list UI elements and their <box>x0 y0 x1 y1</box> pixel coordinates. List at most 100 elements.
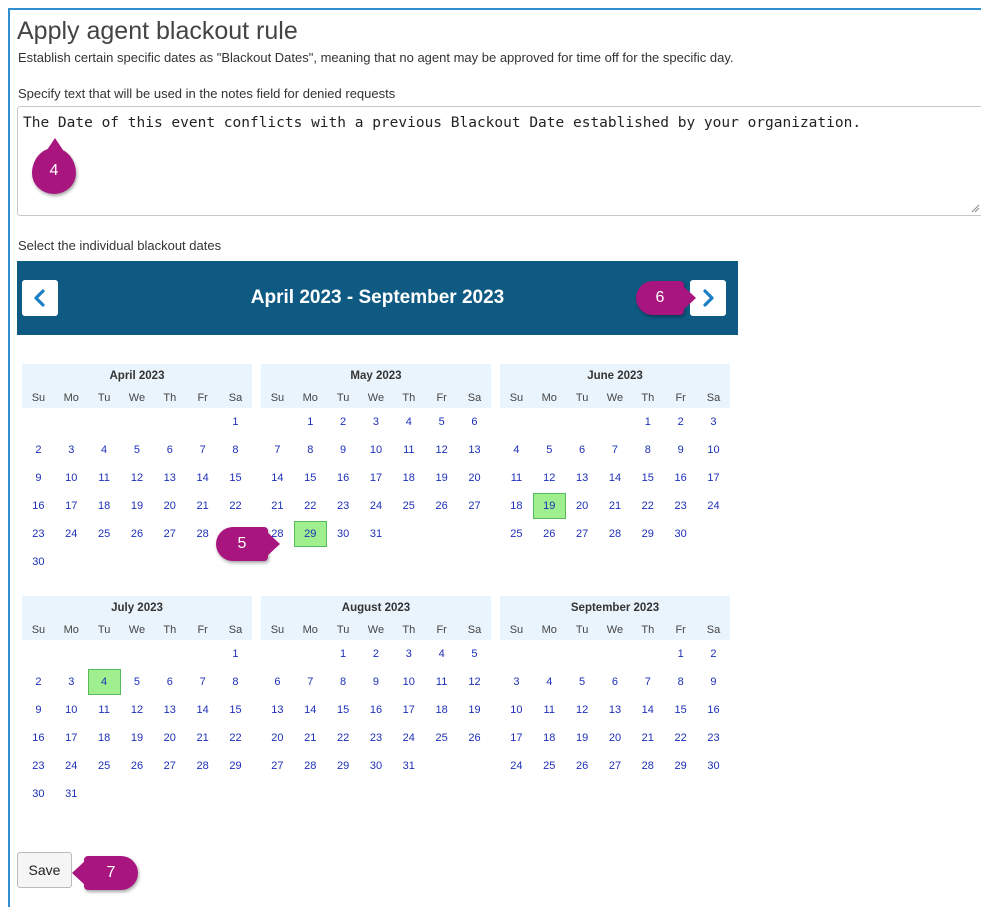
calendar-day[interactable]: 3 <box>360 408 393 436</box>
calendar-day[interactable]: 8 <box>219 436 252 464</box>
calendar-day[interactable]: 11 <box>425 668 458 696</box>
calendar-day[interactable]: 17 <box>360 464 393 492</box>
calendar-day[interactable]: 9 <box>327 436 360 464</box>
calendar-day[interactable]: 10 <box>697 436 730 464</box>
calendar-day[interactable]: 19 <box>566 724 599 752</box>
calendar-day[interactable]: 30 <box>360 752 393 780</box>
calendar-day[interactable]: 23 <box>697 724 730 752</box>
calendar-day[interactable]: 18 <box>88 492 121 520</box>
calendar-day[interactable]: 1 <box>664 640 697 668</box>
calendar-day[interactable]: 2 <box>22 668 55 696</box>
calendar-day[interactable]: 13 <box>153 696 186 724</box>
calendar-day[interactable]: 25 <box>88 520 121 548</box>
calendar-day[interactable]: 11 <box>88 464 121 492</box>
calendar-day[interactable]: 3 <box>500 668 533 696</box>
calendar-day[interactable]: 1 <box>294 408 327 436</box>
calendar-day[interactable]: 12 <box>458 668 491 696</box>
calendar-day[interactable]: 22 <box>664 724 697 752</box>
calendar-day[interactable]: 5 <box>533 436 566 464</box>
calendar-day[interactable]: 4 <box>88 436 121 464</box>
calendar-day[interactable]: 16 <box>664 464 697 492</box>
calendar-day[interactable]: 5 <box>425 408 458 436</box>
calendar-day[interactable]: 14 <box>186 464 219 492</box>
calendar-day[interactable]: 31 <box>55 780 88 808</box>
calendar-day[interactable]: 31 <box>392 752 425 780</box>
calendar-day[interactable]: 27 <box>153 752 186 780</box>
calendar-day[interactable]: 2 <box>664 408 697 436</box>
calendar-day[interactable]: 25 <box>425 724 458 752</box>
calendar-day[interactable]: 3 <box>697 408 730 436</box>
calendar-day[interactable]: 19 <box>121 724 154 752</box>
calendar-day[interactable]: 21 <box>631 724 664 752</box>
calendar-day[interactable]: 10 <box>500 696 533 724</box>
calendar-day[interactable]: 26 <box>533 520 566 548</box>
calendar-day[interactable]: 10 <box>55 696 88 724</box>
calendar-day[interactable]: 12 <box>121 464 154 492</box>
calendar-day[interactable]: 22 <box>219 724 252 752</box>
calendar-day[interactable]: 14 <box>186 696 219 724</box>
calendar-day[interactable]: 20 <box>153 492 186 520</box>
calendar-day[interactable]: 15 <box>294 464 327 492</box>
calendar-day[interactable]: 17 <box>697 464 730 492</box>
calendar-day[interactable]: 18 <box>425 696 458 724</box>
calendar-day[interactable]: 27 <box>261 752 294 780</box>
calendar-day[interactable]: 28 <box>186 752 219 780</box>
calendar-day[interactable]: 26 <box>121 520 154 548</box>
calendar-day[interactable]: 15 <box>664 696 697 724</box>
calendar-day[interactable]: 22 <box>219 492 252 520</box>
calendar-day[interactable]: 14 <box>631 696 664 724</box>
calendar-day[interactable]: 16 <box>697 696 730 724</box>
calendar-day[interactable]: 21 <box>294 724 327 752</box>
calendar-day[interactable]: 4 <box>392 408 425 436</box>
calendar-day[interactable]: 13 <box>153 464 186 492</box>
calendar-day[interactable]: 21 <box>261 492 294 520</box>
calendar-day[interactable]: 1 <box>327 640 360 668</box>
calendar-day[interactable]: 16 <box>360 696 393 724</box>
calendar-day[interactable]: 6 <box>153 668 186 696</box>
calendar-day[interactable]: 15 <box>631 464 664 492</box>
calendar-day[interactable]: 20 <box>153 724 186 752</box>
calendar-day[interactable]: 26 <box>121 752 154 780</box>
calendar-day[interactable]: 15 <box>327 696 360 724</box>
prev-months-button[interactable] <box>22 280 58 316</box>
calendar-day[interactable]: 15 <box>219 696 252 724</box>
save-button[interactable]: Save <box>17 852 72 888</box>
calendar-day[interactable]: 17 <box>55 492 88 520</box>
calendar-day[interactable]: 30 <box>697 752 730 780</box>
calendar-day[interactable]: 18 <box>392 464 425 492</box>
calendar-day[interactable]: 25 <box>88 752 121 780</box>
calendar-day[interactable]: 29 <box>631 520 664 548</box>
calendar-day[interactable]: 28 <box>599 520 632 548</box>
calendar-day[interactable]: 13 <box>599 696 632 724</box>
calendar-day[interactable]: 25 <box>500 520 533 548</box>
calendar-day[interactable]: 13 <box>261 696 294 724</box>
calendar-day[interactable]: 6 <box>566 436 599 464</box>
calendar-day[interactable]: 26 <box>425 492 458 520</box>
calendar-day[interactable]: 29 <box>664 752 697 780</box>
calendar-day[interactable]: 1 <box>631 408 664 436</box>
calendar-day-selected[interactable]: 29 <box>293 520 327 548</box>
calendar-day[interactable]: 9 <box>22 696 55 724</box>
calendar-day[interactable]: 7 <box>599 436 632 464</box>
calendar-day[interactable]: 6 <box>261 668 294 696</box>
calendar-day[interactable]: 28 <box>294 752 327 780</box>
calendar-day[interactable]: 22 <box>327 724 360 752</box>
calendar-day[interactable]: 24 <box>697 492 730 520</box>
calendar-day[interactable]: 27 <box>599 752 632 780</box>
calendar-day[interactable]: 29 <box>327 752 360 780</box>
calendar-day[interactable]: 24 <box>500 752 533 780</box>
calendar-day[interactable]: 30 <box>22 548 55 576</box>
calendar-day[interactable]: 14 <box>294 696 327 724</box>
calendar-day[interactable]: 25 <box>392 492 425 520</box>
calendar-day[interactable]: 2 <box>360 640 393 668</box>
calendar-day[interactable]: 10 <box>392 668 425 696</box>
calendar-day[interactable]: 7 <box>294 668 327 696</box>
calendar-day[interactable]: 6 <box>599 668 632 696</box>
calendar-day[interactable]: 23 <box>327 492 360 520</box>
calendar-day[interactable]: 8 <box>294 436 327 464</box>
calendar-day[interactable]: 23 <box>22 752 55 780</box>
calendar-day[interactable]: 30 <box>22 780 55 808</box>
calendar-day[interactable]: 25 <box>533 752 566 780</box>
calendar-day[interactable]: 19 <box>425 464 458 492</box>
calendar-day[interactable]: 9 <box>22 464 55 492</box>
